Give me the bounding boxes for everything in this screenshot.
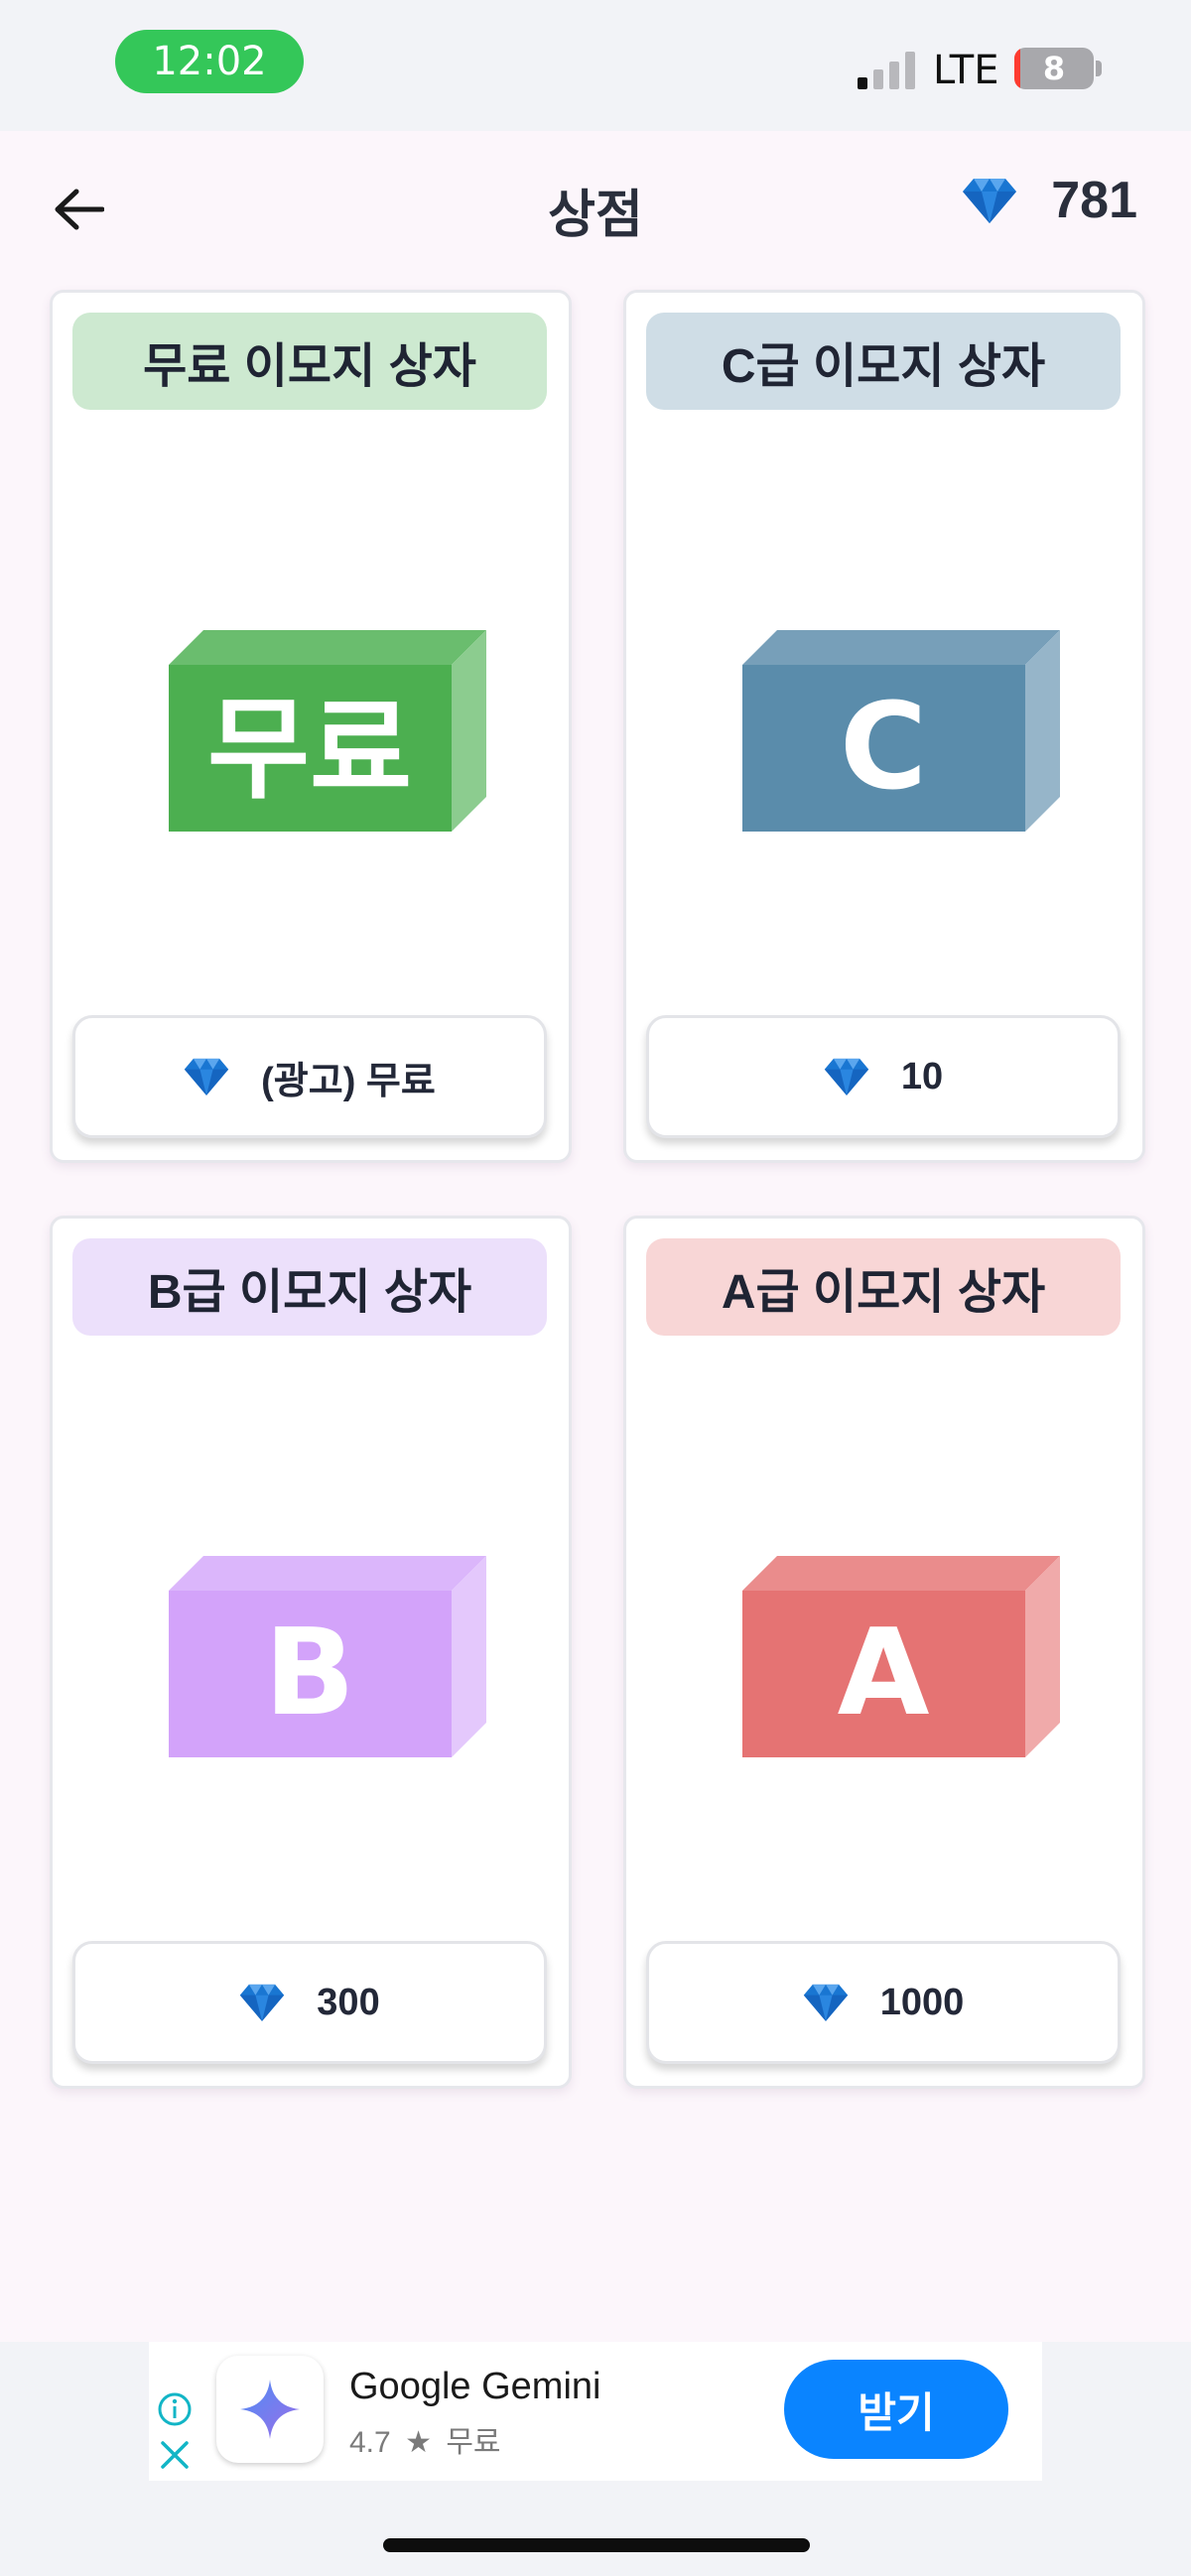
- info-icon[interactable]: [157, 2391, 193, 2427]
- box-side-face: [452, 630, 486, 832]
- diamond-icon: [824, 1058, 869, 1095]
- buy-price: 300: [317, 1981, 380, 2023]
- box-top-face: [742, 630, 1060, 665]
- box-illustration: A: [742, 1556, 1060, 1757]
- box-title: C급 이모지 상자: [646, 313, 1121, 410]
- box-label: A: [838, 1605, 930, 1742]
- buy-button[interactable]: 1000: [646, 1941, 1121, 2064]
- close-icon[interactable]: [157, 2437, 193, 2473]
- ad-app-icon[interactable]: [216, 2356, 324, 2463]
- balance-value: 781: [1051, 172, 1137, 229]
- box-top-face: [169, 630, 486, 665]
- box-illustration: C: [742, 630, 1060, 832]
- box-illustration: 무료: [169, 630, 486, 832]
- box-title: A급 이모지 상자: [646, 1238, 1121, 1336]
- box-card[interactable]: C급 이모지 상자 C 10: [623, 290, 1145, 1163]
- diamond-icon: [803, 1984, 848, 2021]
- buy-button[interactable]: 300: [72, 1941, 547, 2064]
- box-top-face: [169, 1556, 486, 1591]
- ad-rating-value: 4.7: [349, 2426, 391, 2459]
- buy-price: 1000: [879, 1981, 965, 2023]
- network-type: LTE: [933, 48, 999, 93]
- box-top-face: [742, 1556, 1060, 1591]
- battery-level: 8: [1042, 50, 1066, 87]
- box-side-face: [1025, 630, 1060, 832]
- box-illustration: B: [169, 1556, 486, 1757]
- diamond-icon: [963, 179, 1017, 223]
- box-title: B급 이모지 상자: [72, 1238, 547, 1336]
- buy-price: 10: [900, 1055, 944, 1097]
- box-side-face: [452, 1556, 486, 1757]
- ad-banner[interactable]: Google Gemini 4.7 ★ 무료 받기: [149, 2342, 1042, 2481]
- status-time: 12:02: [115, 30, 304, 93]
- status-bar: 12:02 LTE 8: [0, 0, 1191, 131]
- box-title: 무료 이모지 상자: [72, 313, 547, 410]
- box-card[interactable]: B급 이모지 상자 B 300: [50, 1216, 572, 2089]
- buy-price: (광고) 무료: [261, 1060, 436, 1102]
- shop-screen: 상점 781 무료 이모지 상자무료 (광고) 무료 C급 이모지 상자 C 10 B급 …: [0, 131, 1191, 2342]
- star-icon: ★: [405, 2426, 432, 2459]
- box-card[interactable]: A급 이모지 상자 A 1000: [623, 1216, 1145, 2089]
- ad-rating-line: 4.7 ★ 무료: [349, 2417, 501, 2461]
- buy-button[interactable]: 10: [646, 1015, 1121, 1138]
- diamond-icon: [240, 1984, 285, 2021]
- battery-icon: 8: [1014, 48, 1094, 89]
- box-side-face: [1025, 1556, 1060, 1757]
- ad-app-name: Google Gemini: [349, 2366, 601, 2407]
- gemini-sparkle-icon: [240, 2380, 300, 2439]
- diamond-balance: 781: [962, 171, 1137, 230]
- diamond-icon: [184, 1058, 229, 1095]
- app-header: 상점 781: [0, 131, 1191, 280]
- buy-button[interactable]: (광고) 무료: [72, 1015, 547, 1138]
- ad-price-label: 무료: [446, 2426, 501, 2459]
- home-indicator[interactable]: [383, 2538, 810, 2552]
- battery-tip: [1096, 61, 1102, 76]
- box-label: B: [264, 1605, 354, 1742]
- box-card[interactable]: 무료 이모지 상자무료 (광고) 무료: [50, 290, 572, 1163]
- box-label: 무료: [207, 686, 412, 815]
- box-label: C: [840, 679, 927, 817]
- ad-get-button[interactable]: 받기: [784, 2360, 1008, 2459]
- signal-strength-icon: [858, 52, 919, 89]
